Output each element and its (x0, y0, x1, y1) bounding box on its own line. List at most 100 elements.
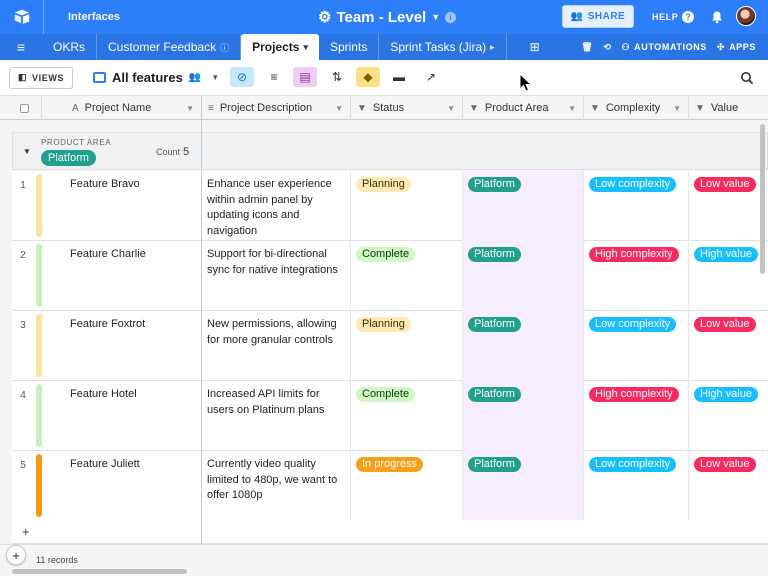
product-area-pill: Platform (468, 247, 521, 262)
project-description: Increased API limits for users on Platin… (207, 388, 325, 416)
status-cell[interactable]: Planning (351, 311, 463, 381)
product-area-cell[interactable]: Platform (463, 381, 584, 451)
status-cell[interactable]: Complete (351, 381, 463, 451)
column-header-value[interactable]: ▼ Value (689, 96, 768, 120)
column-header-status[interactable]: ▼ Status ▼ (351, 96, 463, 120)
view-switcher[interactable]: All features 👥 ▼ (93, 70, 219, 85)
project-description-cell[interactable]: Enhance user experience within admin pan… (201, 171, 351, 241)
select-all-checkbox[interactable] (20, 103, 29, 113)
views-button[interactable]: ◧ VIEWS (9, 66, 73, 89)
row-color-indicator (36, 454, 42, 517)
project-name-cell[interactable]: 5 Feature Juliett (12, 451, 202, 521)
share-button[interactable]: 👥 SHARE (562, 5, 634, 28)
row-height-icon[interactable]: ▬ (387, 67, 411, 87)
table-row[interactable]: 1 Feature Bravo Enhance user experience … (12, 171, 768, 241)
tab-projects[interactable]: Projects ▾ (241, 34, 319, 60)
chevron-down-icon[interactable]: ▼ (447, 104, 455, 113)
project-name-cell[interactable]: 3 Feature Foxtrot (12, 311, 202, 381)
status-cell[interactable]: In progress (351, 451, 463, 521)
tab-sprint-tasks[interactable]: Sprint Tasks (Jira) ▸ (379, 34, 507, 60)
project-name-cell[interactable]: 4 Feature Hotel (12, 381, 202, 451)
value-cell[interactable]: Low value (689, 311, 768, 381)
product-area-cell[interactable]: Platform (463, 311, 584, 381)
project-name: Feature Hotel (70, 388, 137, 400)
column-header-project-description[interactable]: ≡ Project Description ▼ (202, 96, 351, 120)
apps-button[interactable]: ✣ APPS (717, 42, 756, 53)
automations-icon: ⚇ (621, 41, 631, 52)
complexity-pill: Low complexity (589, 457, 677, 472)
info-icon[interactable]: i (445, 11, 457, 23)
product-area-cell[interactable]: Platform (463, 171, 584, 241)
automations-button[interactable]: ⚇ AUTOMATIONS (621, 42, 706, 53)
records-grid: A Project Name ▼ ≡ Project Description ▼… (0, 96, 768, 576)
value-pill: High value (694, 247, 758, 262)
filter-icon[interactable]: ≡ (262, 67, 286, 87)
project-description-cell[interactable]: Currently video quality limited to 480p,… (201, 451, 351, 521)
project-name-cell[interactable]: 2 Feature Charlie (12, 241, 202, 311)
product-area-cell[interactable]: Platform (463, 451, 584, 521)
bell-icon[interactable] (710, 10, 724, 24)
tab-okrs[interactable]: OKRs (42, 34, 98, 60)
column-header-product-area[interactable]: ▼ Product Area ▼ (463, 96, 584, 120)
avatar[interactable] (736, 6, 756, 26)
project-description: Enhance user experience within admin pan… (207, 178, 332, 237)
add-record-row[interactable]: + (12, 520, 768, 544)
status-cell[interactable]: Planning (351, 171, 463, 241)
project-description-cell[interactable]: Support for bi-directional sync for nati… (201, 241, 351, 311)
table-row[interactable]: 3 Feature Foxtrot New permissions, allow… (12, 311, 768, 381)
search-icon[interactable] (740, 71, 754, 85)
group-header[interactable]: ▼ PRODUCT AREA Platform Count 5 (12, 132, 768, 170)
project-description-cell[interactable]: Increased API limits for users on Platin… (201, 381, 351, 451)
table-row[interactable]: 5 Feature Juliett Currently video qualit… (12, 451, 768, 521)
value-cell[interactable]: Low value (689, 451, 768, 521)
horizontal-scrollbar[interactable] (12, 569, 187, 574)
vertical-scrollbar[interactable] (760, 124, 765, 274)
complexity-cell[interactable]: Low complexity (584, 171, 689, 241)
complexity-cell[interactable]: Low complexity (584, 311, 689, 381)
color-icon[interactable]: ◆ (356, 67, 380, 87)
interfaces-link[interactable]: Interfaces (68, 11, 120, 23)
trash-icon[interactable]: 🗑 (581, 42, 593, 53)
table-row[interactable]: 4 Feature Hotel Increased API limits for… (12, 381, 768, 451)
project-name-cell[interactable]: 1 Feature Bravo (12, 171, 202, 241)
column-header-complexity[interactable]: ▼ Complexity ▼ (584, 96, 689, 120)
airtable-logo-icon[interactable] (0, 0, 44, 34)
add-table-icon[interactable]: ⊞ (525, 34, 545, 60)
row-number: 3 (20, 320, 26, 331)
chevron-down-icon[interactable]: ▼ (673, 104, 681, 113)
views-label: VIEWS (32, 72, 65, 83)
apps-icon: ✣ (716, 41, 726, 52)
complexity-cell[interactable]: High complexity (584, 241, 689, 311)
project-name: Feature Charlie (70, 248, 146, 260)
collapse-group-icon[interactable]: ▼ (23, 147, 31, 156)
row-color-indicator (36, 314, 42, 377)
column-header-project-name[interactable]: A Project Name ▼ (42, 96, 202, 120)
complexity-cell[interactable]: High complexity (584, 381, 689, 451)
value-cell[interactable]: High value (689, 381, 768, 451)
tab-label: Sprints (329, 40, 368, 54)
chevron-down-icon[interactable]: ▼ (568, 104, 576, 113)
row-number: 4 (20, 390, 26, 401)
group-icon[interactable]: ▤ (293, 67, 317, 87)
sort-icon[interactable]: ⇅ (325, 67, 349, 87)
table-row[interactable]: 2 Feature Charlie Support for bi-directi… (12, 241, 768, 311)
product-area-cell[interactable]: Platform (463, 241, 584, 311)
value-cell[interactable]: Low value (689, 171, 768, 241)
chevron-down-icon[interactable]: ▼ (335, 104, 343, 113)
hamburger-menu-icon[interactable]: ≡ (0, 34, 42, 60)
status-pill: Complete (356, 247, 416, 262)
add-record-button[interactable]: + (6, 545, 26, 565)
complexity-cell[interactable]: Low complexity (584, 451, 689, 521)
base-title[interactable]: ⚙ Team - Level ▼ i (318, 0, 457, 34)
product-area-pill: Platform (468, 457, 521, 472)
tab-customer-feedback[interactable]: Customer Feedback ⓘ (97, 34, 242, 60)
value-cell[interactable]: High value (689, 241, 768, 311)
share-view-icon[interactable]: ↗ (419, 67, 443, 87)
history-icon[interactable]: ⟲ (603, 42, 611, 53)
chevron-down-icon[interactable]: ▼ (186, 104, 194, 113)
tab-sprints[interactable]: Sprints (319, 34, 380, 60)
hide-fields-icon[interactable]: ⊘ (230, 67, 254, 87)
status-cell[interactable]: Complete (351, 241, 463, 311)
project-description-cell[interactable]: New permissions, allowing for more granu… (201, 311, 351, 381)
help-button[interactable]: HELP ? (652, 0, 695, 34)
